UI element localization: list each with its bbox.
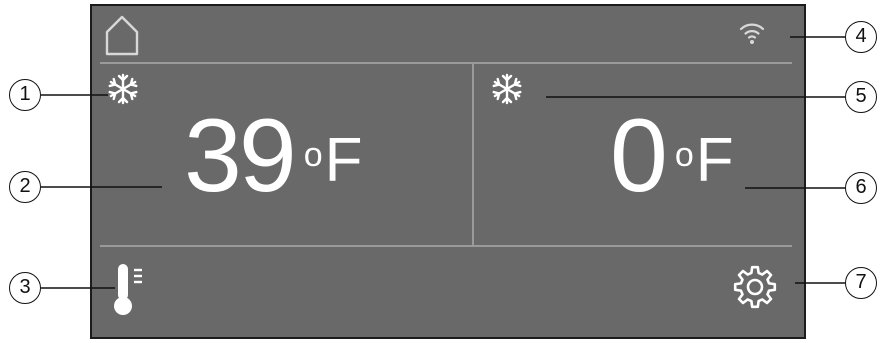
callout-5: 5 [845,81,877,113]
callout-1: 1 [9,79,41,111]
callout-3: 3 [9,272,41,304]
callout-7: 7 [845,267,877,299]
callout-2: 2 [9,171,41,203]
callout-4: 4 [845,21,877,53]
callout-leader-lines [41,36,845,289]
callout-6: 6 [845,172,877,204]
